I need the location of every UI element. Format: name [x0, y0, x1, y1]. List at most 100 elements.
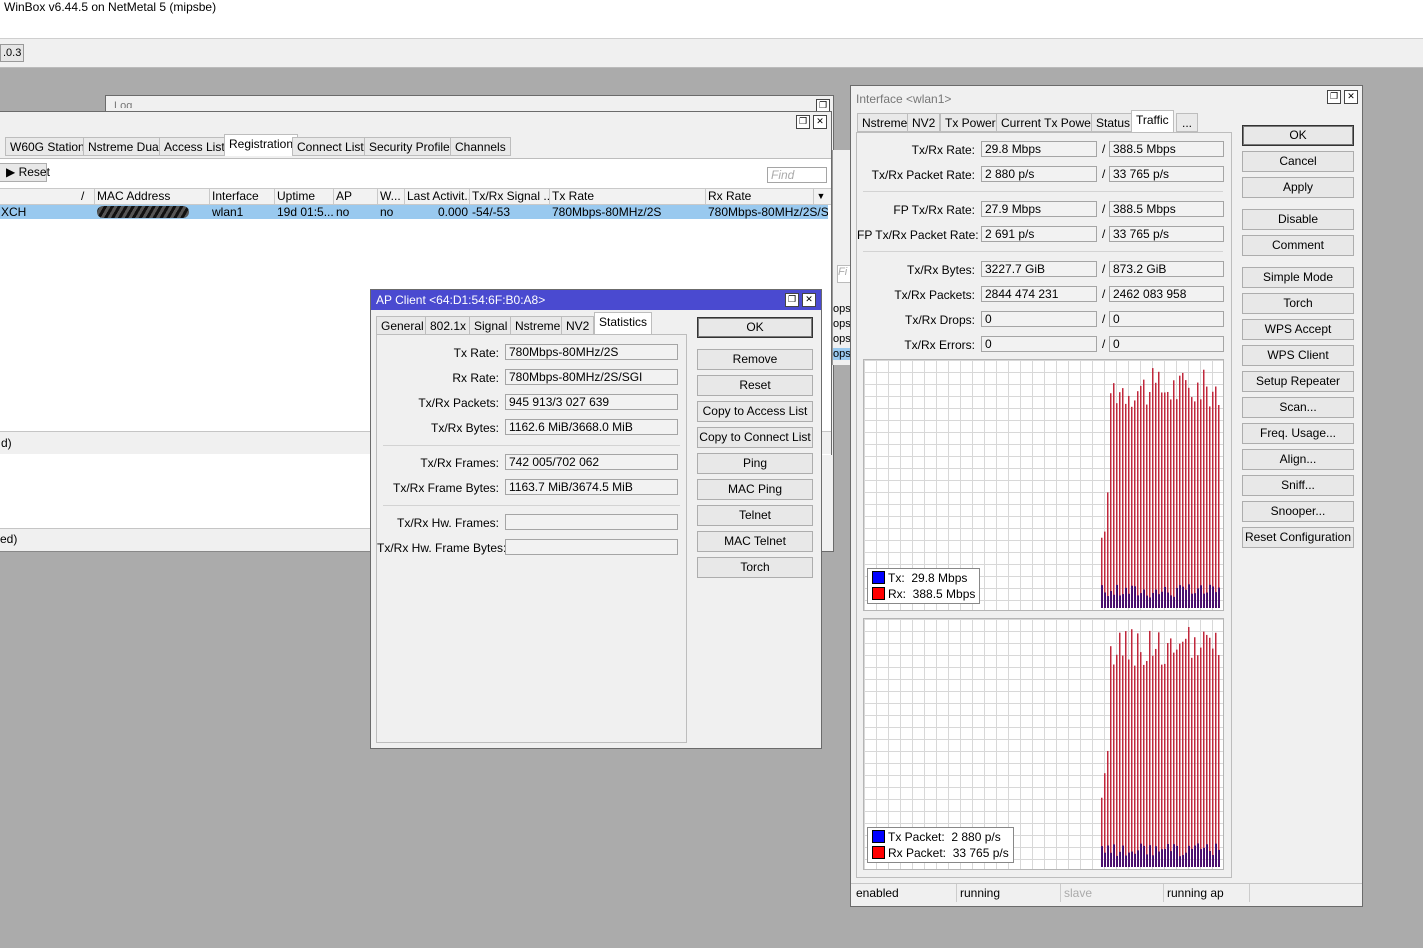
remove-button[interactable]: Remove — [697, 349, 813, 370]
column-header-rx-rate[interactable]: Rx Rate — [706, 189, 814, 204]
tx-traffic-bar — [1104, 592, 1106, 608]
rx-traffic-bar — [1158, 371, 1160, 608]
ok-button[interactable]: OK — [697, 317, 813, 338]
torch-button[interactable]: Torch — [697, 557, 813, 578]
mac-telnet-button[interactable]: MAC Telnet — [697, 531, 813, 552]
rx-traffic-bar — [1197, 382, 1199, 608]
copy-to-connect-list-button[interactable]: Copy to Connect List — [697, 427, 813, 448]
torch-button[interactable]: Torch — [1242, 293, 1354, 314]
align-button[interactable]: Align... — [1242, 449, 1354, 470]
column-header-w[interactable]: W... — [378, 189, 405, 204]
tab-security-profiles[interactable]: Security Profiles — [364, 137, 461, 156]
tab-general[interactable]: General — [376, 316, 429, 335]
rx-traffic-bar — [1167, 391, 1169, 608]
rx-traffic-bar — [1218, 654, 1220, 867]
log-window-title: Log — [114, 100, 133, 108]
rx-traffic-bar — [1134, 400, 1136, 608]
apply-button[interactable]: Apply — [1242, 177, 1354, 198]
tab-w60g-station[interactable]: W60G Station — [5, 137, 90, 156]
wireless-maximize-button[interactable]: ❐ — [796, 115, 810, 129]
ap-client-maximize-button[interactable]: ❐ — [785, 293, 799, 307]
cancel-button[interactable]: Cancel — [1242, 151, 1354, 172]
tx-traffic-bar — [1143, 845, 1145, 867]
rx-traffic-bar — [1191, 657, 1193, 867]
scan-button[interactable]: Scan... — [1242, 397, 1354, 418]
tab-statistics[interactable]: Statistics — [594, 312, 653, 334]
sniff-button[interactable]: Sniff... — [1242, 475, 1354, 496]
ap-client-close-button[interactable]: ✕ — [802, 293, 816, 307]
tab-802-1x[interactable]: 802.1x — [425, 316, 472, 335]
simple-mode-button[interactable]: Simple Mode — [1242, 267, 1354, 288]
tx-traffic-bar — [1152, 855, 1154, 867]
column-header-tx-rate[interactable]: Tx Rate — [550, 189, 706, 204]
tab-access-list[interactable]: Access List — [159, 137, 230, 156]
tab-more[interactable]: ... — [1176, 113, 1198, 132]
row-prefix: XCH — [1, 205, 27, 219]
wps-accept-button[interactable]: WPS Accept — [1242, 319, 1354, 340]
find-input[interactable]: Find — [767, 167, 827, 183]
tx-traffic-bar — [1104, 852, 1106, 867]
slash-separator: / — [1102, 312, 1106, 326]
tab-connect-list[interactable]: Connect List — [292, 137, 369, 156]
tx-traffic-bar — [1125, 855, 1127, 867]
snooper-button[interactable]: Snooper... — [1242, 501, 1354, 522]
rx-rate-field: 388.5 Mbps — [1109, 141, 1224, 157]
rate-graph: Tx: 29.8 Mbps Rx: 388.5 Mbps — [863, 359, 1224, 611]
tx-rx-errors-label: Tx/Rx Errors: — [904, 338, 975, 352]
tab-current-tx-power[interactable]: Current Tx Power — [996, 113, 1100, 132]
tab-nstreme[interactable]: Nstreme — [510, 316, 566, 335]
rx-traffic-bar — [1125, 403, 1127, 608]
freq-usage-button[interactable]: Freq. Usage... — [1242, 423, 1354, 444]
column-header-uptime[interactable]: Uptime — [275, 189, 334, 204]
column-header-mac[interactable]: MAC Address — [95, 189, 210, 204]
column-header-sort[interactable]: / — [79, 189, 95, 204]
interface-title: Interface <wlan1> — [856, 92, 952, 106]
interface-maximize-button[interactable]: ❐ — [1327, 90, 1341, 104]
rx-traffic-bar — [1119, 632, 1121, 867]
tab-registration[interactable]: Registration — [224, 134, 299, 156]
column-chooser-icon[interactable]: ▼ — [814, 189, 828, 204]
fp-tx-packet-rate-field: 2 691 p/s — [981, 226, 1097, 242]
tab-traffic[interactable]: Traffic — [1131, 110, 1174, 132]
column-header-last-activity[interactable]: Last Activit... — [405, 189, 470, 204]
tx-traffic-bar — [1146, 854, 1148, 867]
tab-nv2[interactable]: NV2 — [907, 113, 941, 132]
disable-button[interactable]: Disable — [1242, 209, 1354, 230]
tx-traffic-bar — [1158, 594, 1160, 608]
registration-table-header: / MAC Address Interface Uptime AP W... L… — [0, 188, 831, 205]
column-header-interface[interactable]: Interface — [210, 189, 275, 204]
tab-tx-power[interactable]: Tx Power — [940, 113, 1001, 132]
rx-color-swatch — [872, 846, 885, 859]
tx-rx-hw-frame-bytes-field — [505, 539, 678, 555]
reset-configuration-button[interactable]: Reset Configuration — [1242, 527, 1354, 548]
reset-counters-button[interactable]: Reset — [697, 375, 813, 396]
reset-button[interactable]: ▶ Reset — [0, 163, 50, 182]
column-header-signal[interactable]: Tx/Rx Signal ... — [470, 189, 550, 204]
ok-button[interactable]: OK — [1242, 125, 1354, 146]
tx-traffic-bar — [1191, 848, 1193, 867]
tab-nstreme-dual[interactable]: Nstreme Dual — [83, 137, 167, 156]
tx-traffic-bar — [1182, 586, 1184, 608]
toolbar-address-field[interactable]: .0.3 — [0, 44, 25, 62]
tab-nv2[interactable]: NV2 — [561, 316, 595, 335]
telnet-button[interactable]: Telnet — [697, 505, 813, 526]
rx-traffic-bar — [1164, 392, 1166, 608]
wireless-close-button[interactable]: ✕ — [813, 115, 827, 129]
tab-channels[interactable]: Channels — [450, 137, 511, 156]
wps-client-button[interactable]: WPS Client — [1242, 345, 1354, 366]
mac-ping-button[interactable]: MAC Ping — [697, 479, 813, 500]
rx-traffic-bar — [1182, 641, 1184, 867]
interface-close-button[interactable]: ✕ — [1344, 90, 1358, 104]
setup-repeater-button[interactable]: Setup Repeater — [1242, 371, 1354, 392]
rx-traffic-bar — [1179, 375, 1181, 608]
ping-button[interactable]: Ping — [697, 453, 813, 474]
table-row[interactable]: XCH wlan1 19d 01:5... no no 0.000 -54/-5… — [0, 205, 828, 219]
tab-status[interactable]: Status — [1091, 113, 1136, 132]
comment-button[interactable]: Comment — [1242, 235, 1354, 256]
tx-rate-field: 780Mbps-80MHz/2S — [505, 344, 678, 360]
rx-traffic-bar — [1203, 369, 1205, 608]
tab-nstreme[interactable]: Nstreme — [857, 113, 913, 132]
tab-signal[interactable]: Signal — [469, 316, 513, 335]
column-header-ap[interactable]: AP — [334, 189, 378, 204]
copy-to-access-list-button[interactable]: Copy to Access List — [697, 401, 813, 422]
